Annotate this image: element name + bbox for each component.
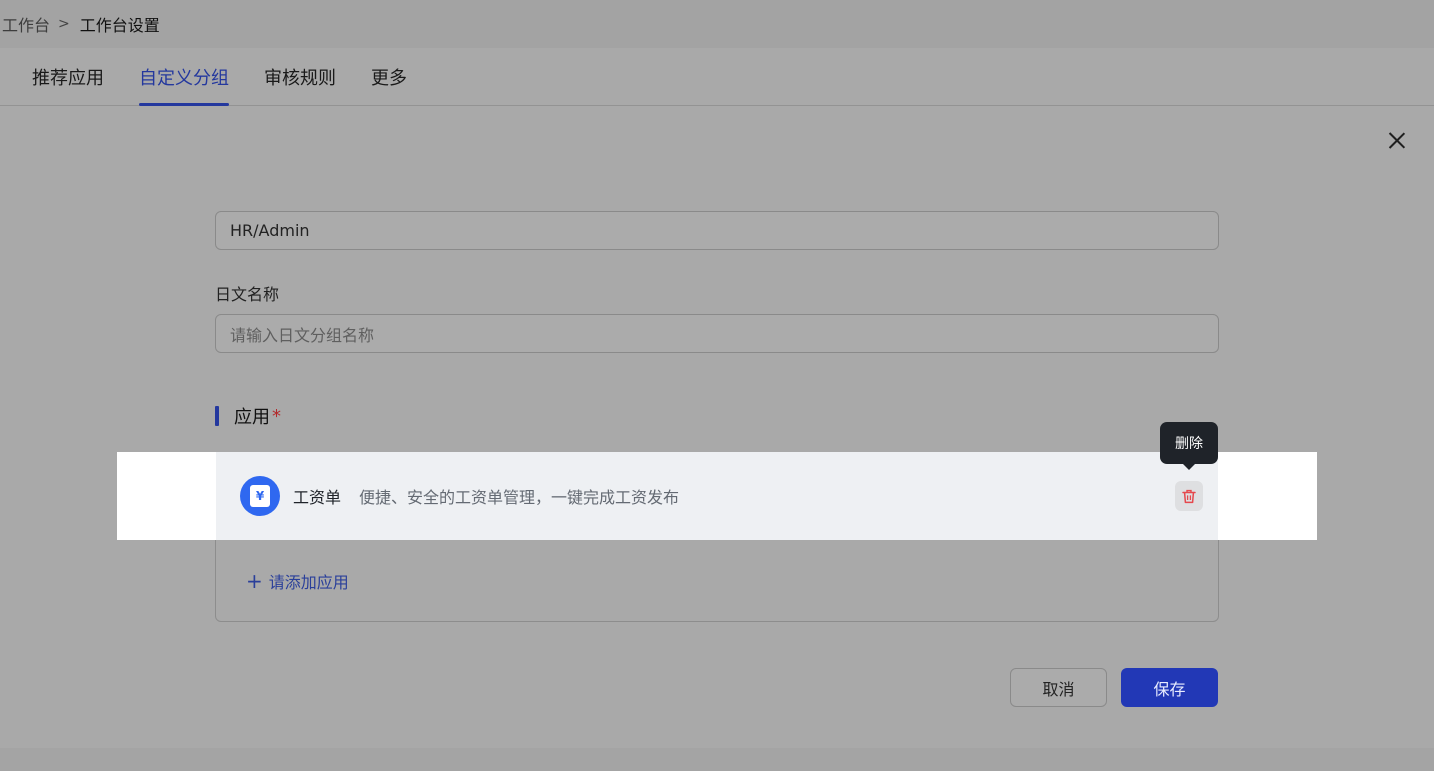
section-accent-bar <box>215 406 219 426</box>
delete-tooltip: 删除 <box>1160 422 1218 470</box>
required-mark: * <box>272 405 281 427</box>
payroll-icon-glyph: ¥ <box>250 485 270 507</box>
breadcrumb-root[interactable]: 工作台 <box>2 12 50 36</box>
add-app-link[interactable]: + 请添加应用 <box>246 569 349 593</box>
group-name-label <box>216 184 306 192</box>
tab-custom-groups[interactable]: 自定义分组 <box>139 48 229 106</box>
tab-bar: 推荐应用 自定义分组 审核规则 更多 <box>0 48 1434 106</box>
japanese-name-input[interactable]: 请输入日文分组名称 <box>215 314 1219 353</box>
plus-icon: + <box>246 569 263 593</box>
tab-recommended-apps[interactable]: 推荐应用 <box>32 48 104 105</box>
breadcrumb-current: 工作台设置 <box>79 16 160 35</box>
breadcrumb: 工作台 > 工作台设置 <box>0 0 1434 48</box>
tooltip-text: 删除 <box>1175 436 1203 452</box>
trash-icon <box>1182 489 1196 503</box>
cancel-button[interactable]: 取消 <box>1010 668 1107 707</box>
app-name: 工资单 <box>293 488 342 507</box>
japanese-name-label: 日文名称 <box>215 285 280 304</box>
apps-section-title: 应用 * <box>215 404 281 428</box>
group-name-value: HR/Admin <box>230 221 310 240</box>
tab-more[interactable]: 更多 <box>371 48 407 105</box>
add-app-label: 请添加应用 <box>268 573 349 592</box>
tab-review-rules[interactable]: 审核规则 <box>264 48 336 105</box>
group-name-input[interactable]: HR/Admin <box>215 211 1219 250</box>
payroll-icon: ¥ <box>240 476 280 516</box>
apps-section-label: 应用 <box>234 407 270 428</box>
japanese-name-placeholder: 请输入日文分组名称 <box>230 325 375 345</box>
bottom-strip <box>0 748 1434 771</box>
app-description: 便捷、安全的工资单管理，一键完成工资发布 <box>359 488 680 507</box>
close-icon[interactable] <box>1386 129 1408 151</box>
save-button[interactable]: 保存 <box>1121 668 1218 707</box>
breadcrumb-separator-icon: > <box>58 16 70 32</box>
delete-app-button[interactable] <box>1175 481 1203 511</box>
app-list-item[interactable]: ¥ 工资单 便捷、安全的工资单管理，一键完成工资发布 <box>216 452 1218 540</box>
